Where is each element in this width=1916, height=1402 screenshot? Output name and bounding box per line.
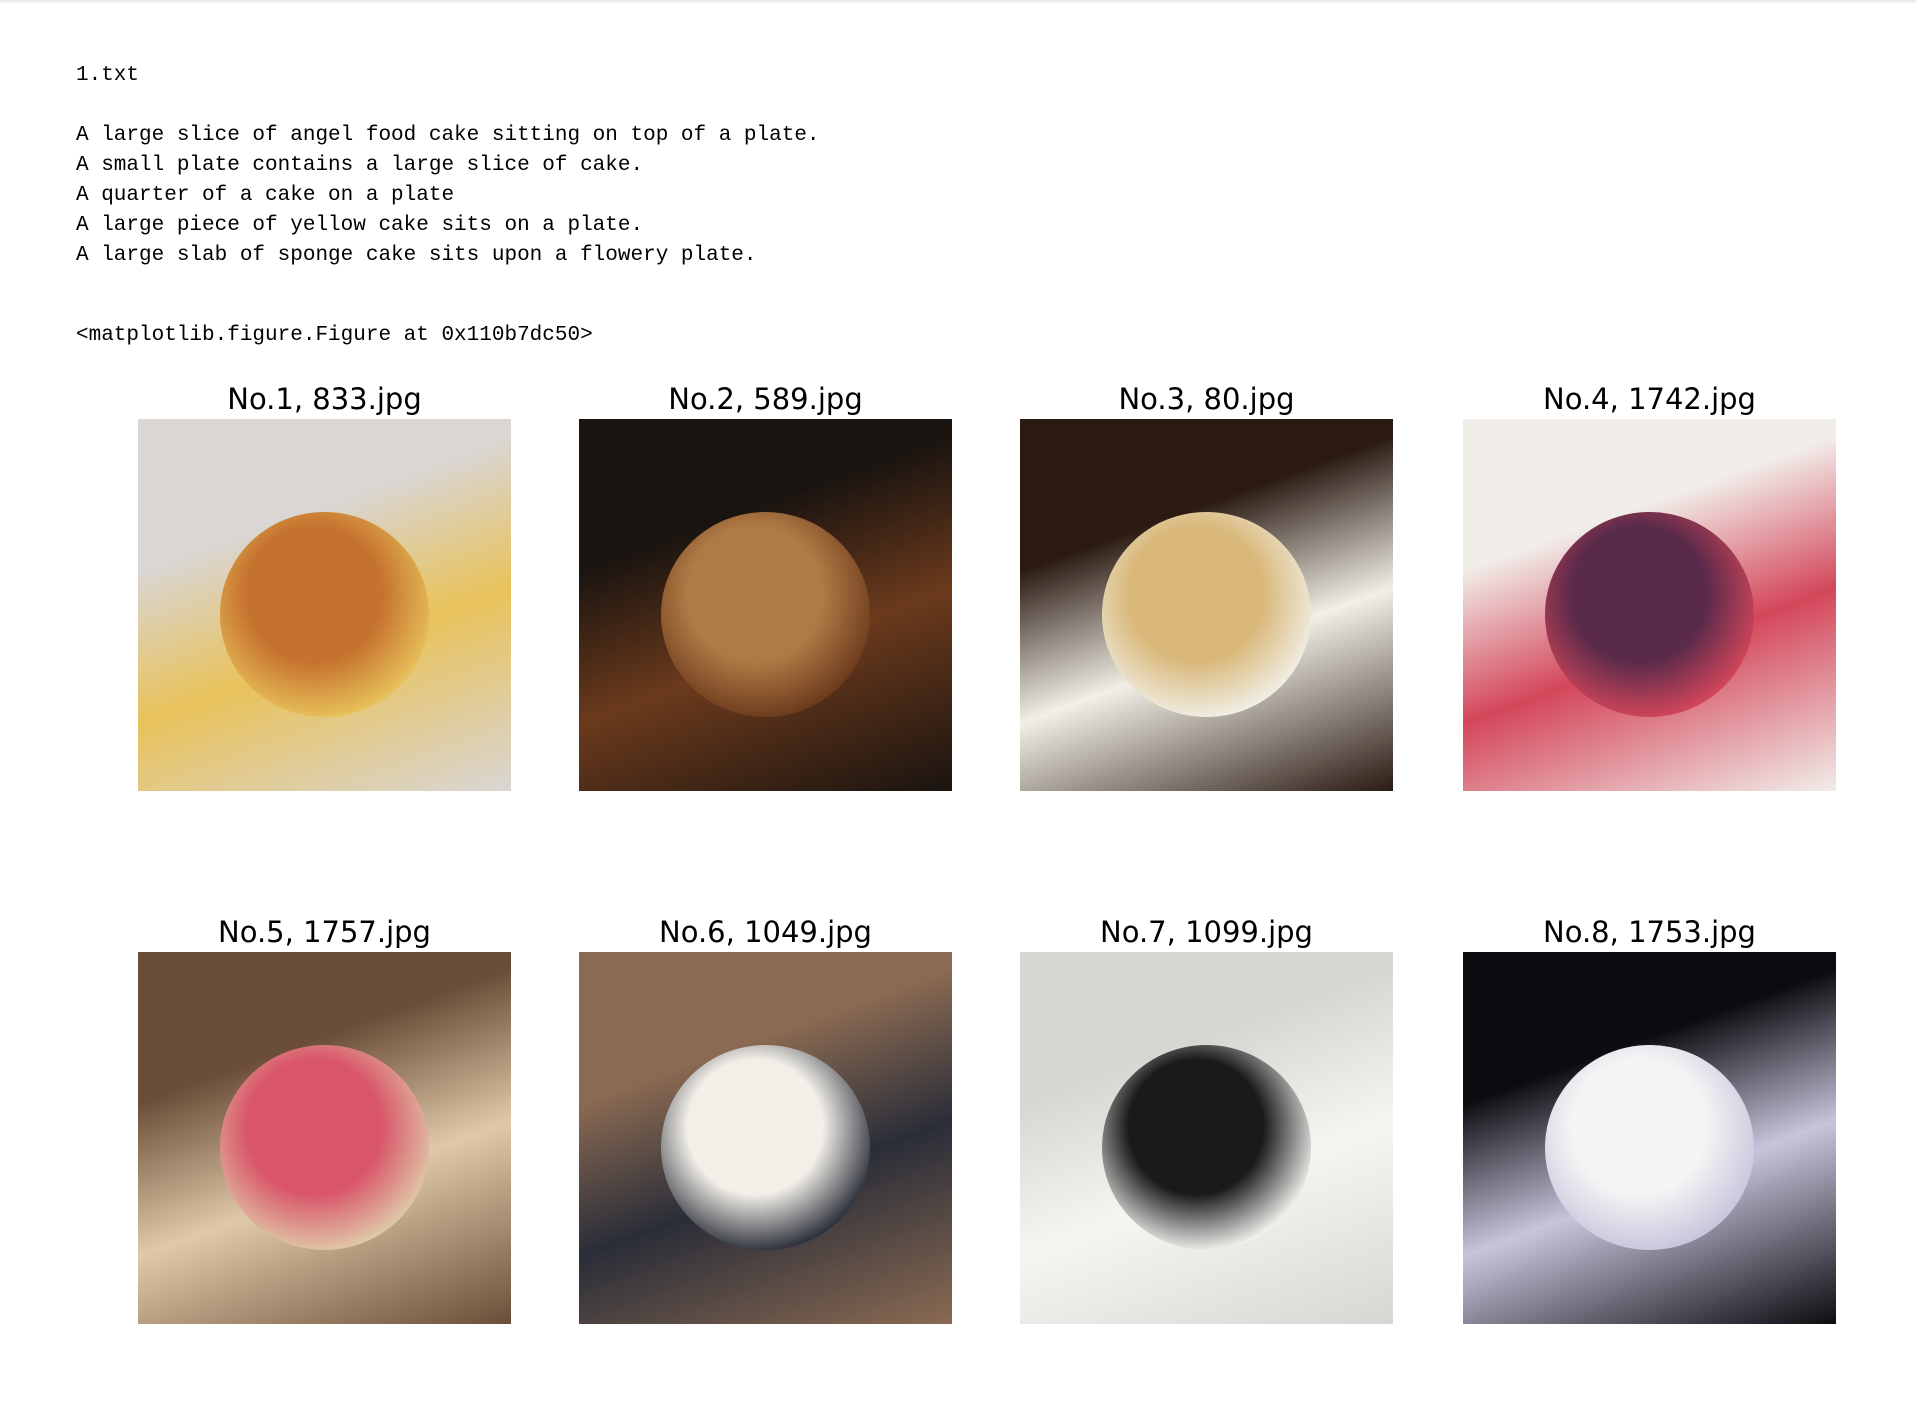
- panel-subject: [1545, 1045, 1754, 1250]
- caption-line: A large slab of sponge cake sits upon a …: [76, 244, 757, 267]
- panel-image: [579, 952, 952, 1324]
- panel-title: No.4, 1742.jpg: [1543, 382, 1756, 416]
- panel-image: [1463, 952, 1836, 1324]
- panel-subject: [1102, 512, 1311, 717]
- panel-title: No.5, 1757.jpg: [218, 915, 431, 949]
- panel-subject: [661, 512, 870, 717]
- top-edge: [0, 0, 1916, 4]
- panel-subject: [220, 512, 429, 717]
- panel-subject: [220, 1045, 429, 1250]
- caption-line: A quarter of a cake on a plate: [76, 184, 455, 207]
- caption-line: A small plate contains a large slice of …: [76, 154, 644, 177]
- caption-line: A large piece of yellow cake sits on a p…: [76, 214, 644, 237]
- panel-image: [1463, 419, 1836, 791]
- panel-title: No.7, 1099.jpg: [1100, 915, 1313, 949]
- panel-title: No.3, 80.jpg: [1118, 382, 1295, 416]
- panel-title: No.2, 589.jpg: [668, 382, 863, 416]
- panel-subject: [1545, 512, 1754, 717]
- panel-subject: [661, 1045, 870, 1250]
- panel-title: No.8, 1753.jpg: [1543, 915, 1756, 949]
- panel-subject: [1102, 1045, 1311, 1250]
- panel-image: [1020, 952, 1393, 1324]
- output-filename: 1.txt: [76, 64, 140, 87]
- panel-image: [138, 952, 511, 1324]
- caption-line: A large slice of angel food cake sitting…: [76, 124, 820, 147]
- panel-image: [1020, 419, 1393, 791]
- figure-repr: <matplotlib.figure.Figure at 0x110b7dc50…: [76, 324, 593, 347]
- panel-image: [579, 419, 952, 791]
- panel-title: No.6, 1049.jpg: [659, 915, 872, 949]
- panel-title: No.1, 833.jpg: [227, 382, 422, 416]
- panel-image: [138, 419, 511, 791]
